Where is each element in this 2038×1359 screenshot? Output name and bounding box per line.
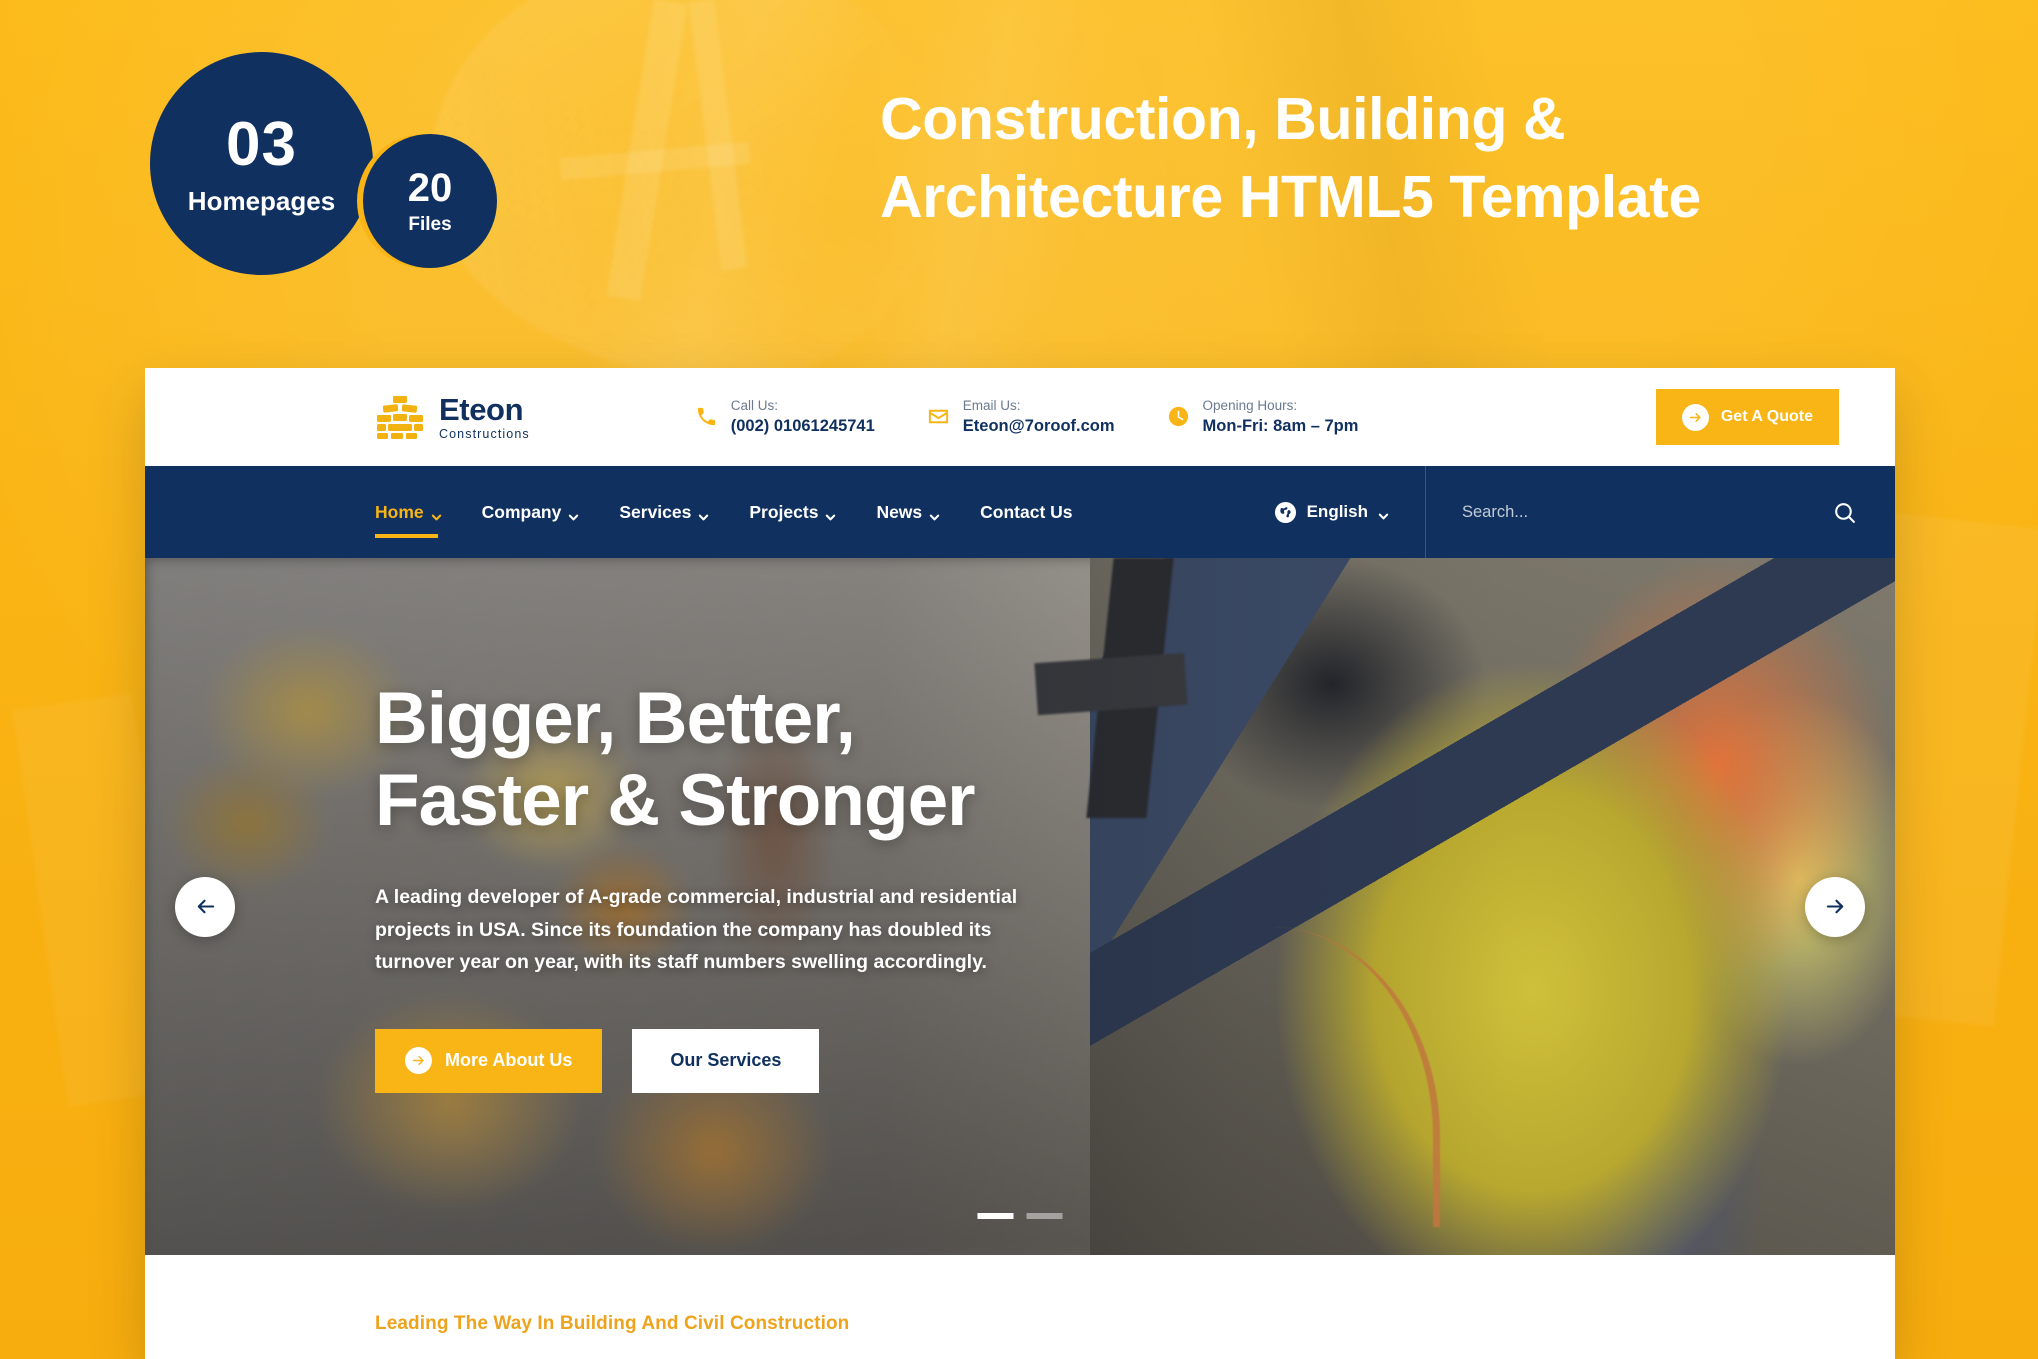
chevron-down-icon [825, 507, 836, 520]
more-about-us-button[interactable]: More About Us [375, 1028, 603, 1093]
chevron-down-icon [698, 507, 709, 520]
phone-icon [695, 405, 718, 428]
site-topbar: Eteon Constructions Call Us: (002) 01061… [145, 368, 1895, 466]
search-icon[interactable] [1832, 500, 1857, 525]
badge-homepages-number: 03 [226, 109, 297, 179]
hero-title-line-1: Bigger, Better, [375, 678, 856, 759]
site-logo[interactable]: Eteon Constructions [375, 394, 530, 441]
globe-icon [1274, 501, 1297, 524]
nav-item-company[interactable]: Company [482, 466, 580, 558]
nav-item-home[interactable]: Home [375, 466, 442, 558]
contact-opening-hours-value: Mon-Fri: 8am – 7pm [1202, 416, 1359, 435]
chevron-down-icon [431, 507, 442, 520]
contact-opening-hours-label: Opening Hours: [1202, 397, 1298, 413]
nav-item-services[interactable]: Services [619, 466, 709, 558]
nav-item-news[interactable]: News [876, 466, 940, 558]
promo-background-strap [688, 0, 748, 271]
contact-call-us-label: Call Us: [730, 397, 778, 413]
hero-slider: Bigger, Better, Faster & Stronger A lead… [145, 558, 1895, 1255]
nav-item-news-label: News [876, 501, 923, 522]
hero-title-line-2: Faster & Stronger [375, 760, 976, 842]
clock-icon [1167, 405, 1190, 428]
our-services-button[interactable]: Our Services [632, 1028, 820, 1093]
arrow-right-circle-icon [405, 1047, 432, 1075]
contact-opening-hours: Opening Hours: Mon-Fri: 8am – 7pm [1167, 397, 1359, 437]
mail-icon [927, 405, 950, 428]
nav-item-company-label: Company [481, 501, 562, 522]
site-navbar: Home Company Services Projects News Cont… [145, 466, 1895, 558]
nav-item-projects[interactable]: Projects [749, 466, 836, 558]
promo-title-line-1: Construction, Building & [880, 86, 1566, 152]
contact-info-group: Call Us: (002) 01061245741 Email Us: Ete… [695, 397, 1359, 437]
hero-content: Bigger, Better, Faster & Stronger A lead… [375, 678, 1135, 1093]
our-services-label: Our Services [670, 1050, 782, 1071]
badge-homepages-label: Homepages [187, 185, 336, 216]
slider-dot-1[interactable] [977, 1213, 1014, 1219]
main-navigation: Home Company Services Projects News Cont… [375, 466, 1073, 558]
website-mockup: Eteon Constructions Call Us: (002) 01061… [145, 368, 1895, 1359]
promo-background-strap [559, 141, 751, 181]
search-box [1425, 466, 1895, 558]
promo-title: Construction, Building & Architecture HT… [880, 80, 1940, 237]
nav-item-projects-label: Projects [749, 501, 819, 522]
slider-dot-2[interactable] [1026, 1213, 1063, 1219]
nav-item-contact-us[interactable]: Contact Us [980, 466, 1072, 558]
slider-pagination [977, 1213, 1063, 1219]
logo-tagline: Constructions [439, 426, 530, 441]
slider-next-button[interactable] [1805, 876, 1865, 937]
brick-wall-icon [375, 394, 425, 440]
language-switcher[interactable]: English [1274, 501, 1425, 524]
badge-files-label: Files [408, 214, 452, 235]
arrow-right-circle-icon [1681, 403, 1709, 431]
promo-banner: 03 Homepages 20 Files Construction, Buil… [0, 0, 2038, 1359]
promo-background-strap [606, 0, 688, 301]
language-label: English [1306, 502, 1368, 521]
chevron-down-icon [929, 507, 940, 520]
badge-homepages: 03 Homepages [150, 52, 373, 275]
get-a-quote-button[interactable]: Get A Quote [1655, 389, 1839, 445]
slider-prev-button[interactable] [175, 876, 235, 937]
navbar-right-group: English [1274, 466, 1895, 558]
logo-name: Eteon [439, 391, 524, 427]
promo-title-line-2: Architecture HTML5 Template [880, 164, 1701, 231]
hero-description: A leading developer of A-grade commercia… [375, 885, 1018, 974]
contact-call-us[interactable]: Call Us: (002) 01061245741 [695, 397, 875, 437]
hero-actions: More About Us Our Services [375, 1028, 1135, 1093]
contact-call-us-value: (002) 01061245741 [730, 416, 875, 435]
search-input[interactable] [1462, 502, 1832, 522]
intro-section-eyebrow: Leading The Way In Building And Civil Co… [375, 1313, 850, 1334]
hero-title: Bigger, Better, Faster & Stronger [375, 678, 1135, 843]
contact-email-us-label: Email Us: [962, 397, 1021, 413]
nav-item-home-label: Home [375, 501, 424, 522]
get-a-quote-label: Get A Quote [1720, 408, 1813, 425]
intro-section: Leading The Way In Building And Civil Co… [145, 1255, 1895, 1359]
nav-item-services-label: Services [619, 501, 692, 522]
more-about-us-label: More About Us [445, 1050, 573, 1071]
badge-files-number: 20 [407, 166, 453, 210]
chevron-down-icon [1378, 507, 1389, 519]
contact-email-us-value: Eteon@7oroof.com [962, 416, 1115, 435]
chevron-down-icon [568, 507, 579, 520]
nav-item-contact-us-label: Contact Us [980, 501, 1073, 522]
badge-files: 20 Files [363, 134, 497, 268]
contact-email-us[interactable]: Email Us: Eteon@7oroof.com [927, 397, 1115, 437]
promo-background-figure [430, 0, 950, 380]
